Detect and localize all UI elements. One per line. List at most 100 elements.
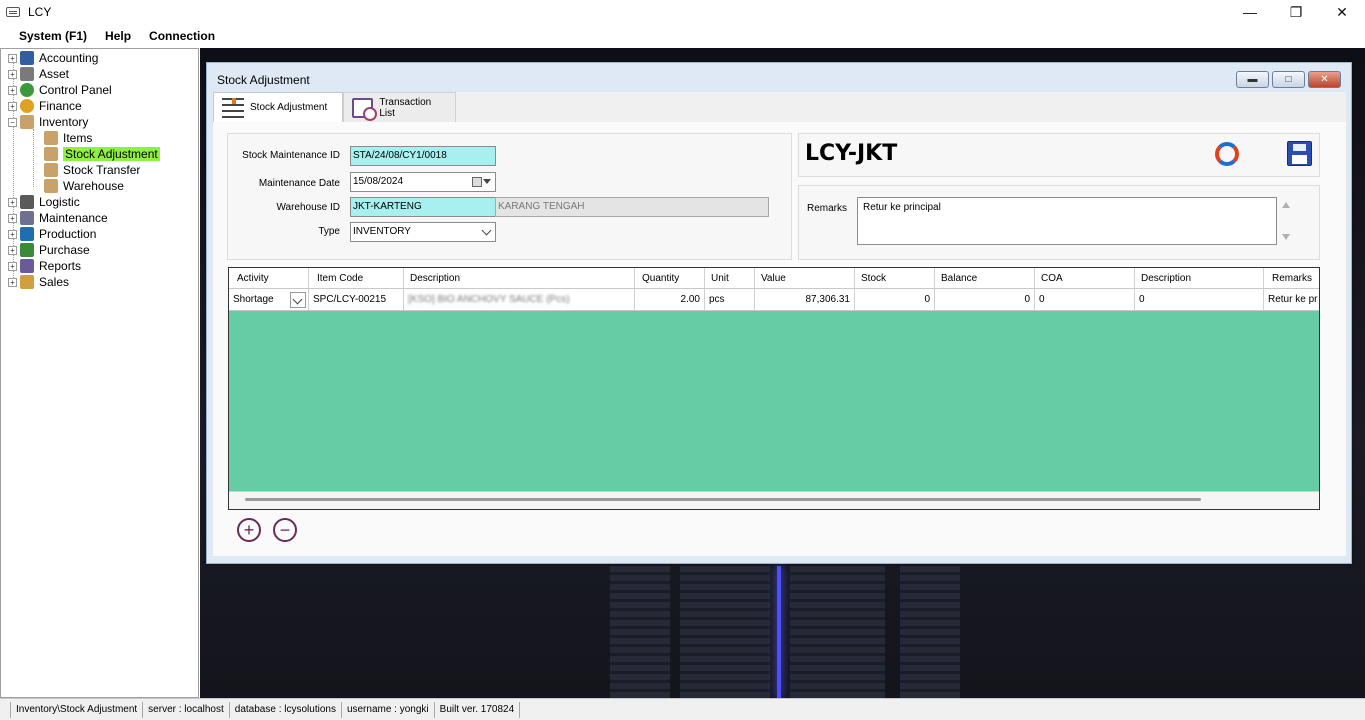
column-header[interactable]: Unit — [705, 268, 755, 288]
column-header[interactable]: COA — [1035, 268, 1135, 288]
activity-cell[interactable]: Shortage — [229, 289, 309, 310]
finance-icon — [20, 99, 34, 113]
balance-cell[interactable]: 0 — [935, 289, 1035, 310]
column-header[interactable]: Stock — [855, 268, 935, 288]
tree-item-inventory[interactable]: − Inventory — [8, 114, 88, 130]
collapse-icon[interactable]: − — [8, 117, 17, 127]
tree-item-accounting[interactable]: + Accounting — [8, 50, 98, 66]
status-database: database : lcysolutions — [230, 701, 342, 718]
add-row-button[interactable]: + — [237, 518, 261, 542]
sliders-icon — [222, 97, 244, 118]
close-button[interactable]: ✕ — [1319, 0, 1365, 24]
tree-item-maintenance[interactable]: + Maintenance — [8, 210, 108, 226]
box-icon — [44, 147, 58, 161]
menu-connection[interactable]: Connection — [149, 29, 215, 43]
column-header[interactable]: Quantity — [635, 268, 705, 288]
expand-icon[interactable]: + — [8, 53, 17, 63]
scroll-down-icon[interactable] — [1282, 234, 1290, 240]
restore-button[interactable]: ❐ — [1273, 0, 1319, 24]
warehouse-id-label: Warehouse ID — [276, 202, 340, 213]
remarks-panel: Remarks Retur ke principal — [798, 185, 1320, 260]
dropdown-arrow-icon[interactable] — [483, 179, 491, 184]
status-server: server : localhost — [143, 701, 230, 718]
sales-icon — [20, 275, 34, 289]
tree-item-logistic[interactable]: + Logistic — [8, 194, 80, 210]
remove-row-button[interactable]: − — [273, 518, 297, 542]
type-select[interactable]: INVENTORY — [350, 222, 496, 242]
expand-icon[interactable]: + — [8, 197, 17, 207]
expand-icon[interactable]: + — [8, 229, 17, 239]
tab-stock-adjustment[interactable]: Stock Adjustment — [213, 92, 343, 122]
activity-dropdown[interactable] — [290, 292, 306, 308]
unit-cell[interactable]: pcs — [705, 289, 755, 310]
maintenance-date-picker[interactable]: 15/08/2024 — [350, 172, 496, 192]
calendar-icon[interactable] — [472, 177, 482, 187]
tree-item-stock-transfer[interactable]: Stock Transfer — [44, 162, 140, 178]
expand-icon[interactable]: + — [8, 245, 17, 255]
quantity-cell[interactable]: 2.00 — [635, 289, 705, 310]
dialog-minimize-button[interactable]: ▬ — [1236, 71, 1269, 88]
tree-item-warehouse[interactable]: Warehouse — [44, 178, 124, 194]
tree-item-production[interactable]: + Production — [8, 226, 96, 242]
tree-item-purchase[interactable]: + Purchase — [8, 242, 90, 258]
refresh-icon[interactable] — [1215, 142, 1239, 166]
menu-help[interactable]: Help — [105, 29, 131, 43]
tree-item-asset[interactable]: + Asset — [8, 66, 69, 82]
remarks-textarea[interactable]: Retur ke principal — [857, 197, 1277, 245]
expand-icon[interactable]: + — [8, 213, 17, 223]
value-cell[interactable]: 87,306.31 — [755, 289, 855, 310]
column-header[interactable]: Description — [404, 268, 635, 288]
coa-cell[interactable]: 0 — [1035, 289, 1135, 310]
expand-icon[interactable]: + — [8, 277, 17, 287]
status-bar: Inventory\Stock Adjustment server : loca… — [0, 698, 1365, 720]
coa-description-cell[interactable]: 0 — [1135, 289, 1264, 310]
tree-item-stock-adjustment[interactable]: Stock Adjustment — [44, 146, 160, 162]
expand-icon[interactable]: + — [8, 85, 17, 95]
column-header[interactable]: Remarks — [1264, 268, 1319, 288]
save-icon[interactable] — [1287, 141, 1312, 166]
item-code-cell[interactable]: SPC/LCY-00215 — [309, 289, 404, 310]
company-panel: LCY-JKT — [798, 133, 1320, 177]
window-title: LCY — [28, 5, 52, 19]
dialog-close-button[interactable]: ✕ — [1308, 71, 1341, 88]
tree-item-sales[interactable]: + Sales — [8, 274, 69, 290]
column-header[interactable]: Balance — [935, 268, 1035, 288]
column-header[interactable]: Activity — [229, 268, 309, 288]
column-header[interactable]: Item Code — [309, 268, 404, 288]
menu-bar: System (F1) Help Connection — [0, 24, 1365, 48]
tree-item-reports[interactable]: + Reports — [8, 258, 81, 274]
table-row[interactable]: Shortage SPC/LCY-00215 [KSO] BIO ANCHOVY… — [229, 289, 1319, 311]
expand-icon[interactable]: + — [8, 261, 17, 271]
dialog-body: Stock Adjustment Transaction List Stock … — [213, 92, 1346, 556]
scroll-up-icon[interactable] — [1282, 202, 1290, 208]
header-form: Stock Maintenance ID STA/24/08/CY1/0018 … — [227, 133, 792, 260]
tree-item-items[interactable]: Items — [44, 130, 92, 146]
column-header[interactable]: Description — [1135, 268, 1264, 288]
tab-content: Stock Maintenance ID STA/24/08/CY1/0018 … — [213, 122, 1346, 556]
horizontal-scrollbar[interactable] — [245, 498, 1201, 501]
dialog-maximize-button[interactable]: □ — [1272, 71, 1305, 88]
logistic-icon — [20, 195, 34, 209]
expand-icon[interactable]: + — [8, 101, 17, 111]
menu-system[interactable]: System (F1) — [19, 29, 87, 43]
tree-item-control-panel[interactable]: + Control Panel — [8, 82, 112, 98]
stock-maintenance-id-field[interactable]: STA/24/08/CY1/0018 — [350, 146, 496, 166]
tree-item-finance[interactable]: + Finance — [8, 98, 82, 114]
status-path: Inventory\Stock Adjustment — [10, 701, 144, 718]
background-light — [777, 566, 781, 698]
type-label: Type — [318, 226, 340, 237]
tab-transaction-list[interactable]: Transaction List — [343, 92, 456, 122]
remarks-cell[interactable]: Retur ke pr — [1264, 289, 1319, 310]
box-icon — [44, 179, 58, 193]
stock-cell[interactable]: 0 — [855, 289, 935, 310]
description-cell[interactable]: [KSO] BIO ANCHOVY SAUCE (Pcs) — [404, 289, 635, 310]
asset-icon — [20, 67, 34, 81]
column-header[interactable]: Value — [755, 268, 855, 288]
minus-icon: − — [279, 520, 291, 540]
warehouse-id-field[interactable]: JKT-KARTENG — [350, 197, 496, 217]
minimize-button[interactable]: — — [1227, 0, 1273, 24]
status-build: Built ver. 170824 — [435, 701, 521, 718]
expand-icon[interactable]: + — [8, 69, 17, 79]
app-menu-icon[interactable] — [6, 7, 20, 17]
purchase-icon — [20, 243, 34, 257]
